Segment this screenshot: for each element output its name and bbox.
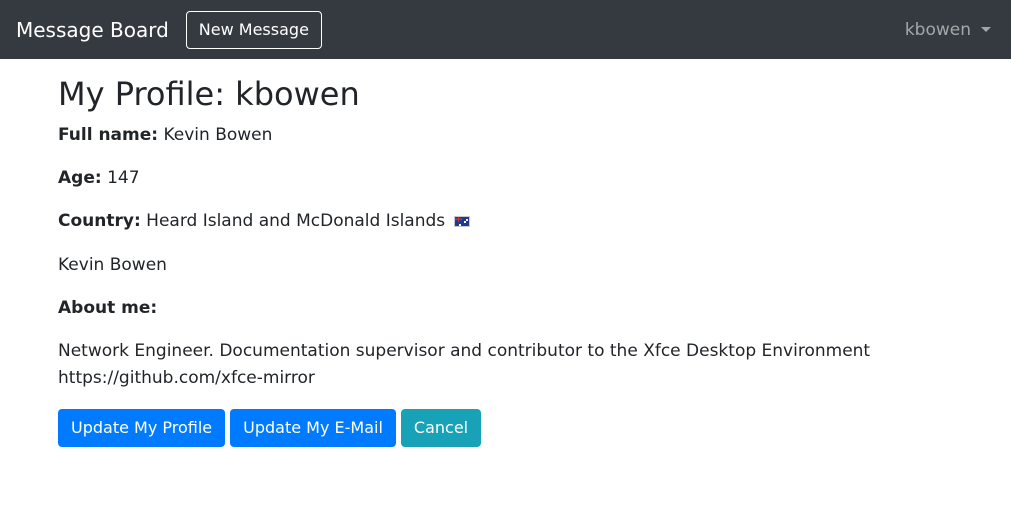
about-label-row: About me: — [58, 295, 1011, 322]
country-label: Country: — [58, 211, 141, 231]
new-message-button[interactable]: New Message — [185, 10, 322, 49]
cancel-button[interactable]: Cancel — [400, 409, 482, 447]
full-name-label: Full name: — [58, 125, 159, 145]
profile-actions: Update My Profile Update My E-Mail Cance… — [58, 409, 1011, 447]
profile-container: My Profile: kbowen Full name: Kevin Bowe… — [0, 75, 1011, 447]
update-profile-button[interactable]: Update My Profile — [58, 409, 226, 447]
age-row: Age: 147 — [58, 165, 1011, 192]
page-title: My Profile: kbowen — [58, 75, 360, 113]
display-name-row: Kevin Bowen — [58, 255, 167, 275]
heard-island-flag-icon — [453, 216, 470, 227]
top-navbar: Message Board New Message kbowen — [0, 0, 1011, 59]
age-value: 147 — [107, 168, 140, 188]
username-label: kbowen — [904, 19, 971, 40]
about-line-1: Network Engineer. Documentation supervis… — [58, 341, 871, 361]
user-dropdown[interactable]: kbowen — [905, 20, 991, 40]
caret-down-icon — [981, 27, 991, 32]
brand-link[interactable]: Message Board — [16, 18, 169, 42]
full-name-row: Full name: Kevin Bowen — [58, 122, 1011, 149]
country-row: Country: Heard Island and McDonald Islan… — [58, 208, 1011, 235]
about-text: Network Engineer. Documentation supervis… — [58, 338, 1011, 392]
country-value: Heard Island and McDonald Islands — [146, 211, 446, 231]
age-label: Age: — [58, 168, 102, 188]
update-email-button[interactable]: Update My E-Mail — [230, 409, 396, 447]
about-label: About me: — [58, 298, 158, 318]
full-name-value: Kevin Bowen — [163, 125, 273, 145]
about-line-2: https://github.com/xfce-mirror — [58, 368, 315, 388]
